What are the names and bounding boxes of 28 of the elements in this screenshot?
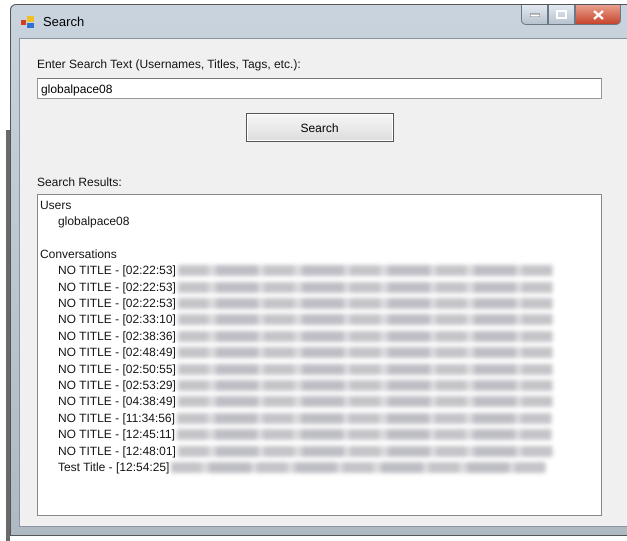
result-item[interactable]: NO TITLE - [02:22:53] xyxy=(56,295,178,312)
group-heading: Users xyxy=(40,198,72,212)
result-item[interactable]: NO TITLE - [02:53:29] xyxy=(56,377,178,394)
result-item[interactable]: NO TITLE - [12:48:01] xyxy=(56,442,178,460)
search-field[interactable]: globalpace08 xyxy=(37,78,602,99)
result-item[interactable]: NO TITLE - [02:38:36] xyxy=(56,328,178,344)
result-item[interactable]: NO TITLE - [04:38:49] xyxy=(56,393,178,410)
minimize-button[interactable] xyxy=(521,5,548,25)
close-icon xyxy=(592,10,604,20)
result-item[interactable]: NO TITLE - [02:22:53] xyxy=(56,278,178,296)
result-item[interactable]: NO TITLE - [02:48:49] xyxy=(56,344,178,361)
search-button[interactable]: Search xyxy=(246,113,394,142)
maximize-button[interactable] xyxy=(548,5,575,25)
search-label: Enter Search Text (Usernames, Titles, Tags, etc.): xyxy=(37,57,302,71)
results-label: Search Results: xyxy=(37,175,123,189)
maximize-icon xyxy=(556,10,567,19)
result-item[interactable]: NO TITLE - [11:34:56] xyxy=(56,410,177,426)
minimize-icon xyxy=(530,12,540,16)
result-item[interactable]: Test Title - [12:54:25] xyxy=(56,459,172,476)
result-item[interactable]: globalpace08 xyxy=(56,213,132,230)
window-title: Search xyxy=(43,14,84,29)
result-item[interactable]: NO TITLE - [02:22:53] xyxy=(56,262,178,279)
close-button[interactable] xyxy=(575,5,621,25)
result-item[interactable]: NO TITLE - [02:50:55] xyxy=(56,360,178,378)
result-item[interactable]: NO TITLE - [02:33:10] xyxy=(56,311,178,328)
app-icon xyxy=(21,16,35,28)
result-item[interactable]: NO TITLE - [12:45:11] xyxy=(56,426,177,443)
group-heading: Conversations xyxy=(40,246,117,261)
